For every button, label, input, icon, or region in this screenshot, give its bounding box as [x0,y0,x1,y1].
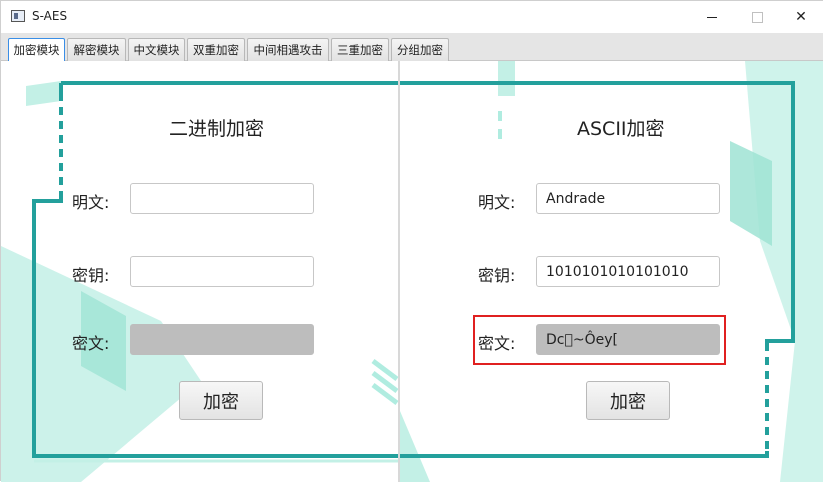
tab-chinese-module[interactable]: 中文模块 [128,38,185,61]
close-button[interactable]: ✕ [778,1,823,33]
binary-plaintext-label: 明文: [72,193,110,212]
minimize-icon [707,16,717,18]
ascii-key-input[interactable]: 1010101010101010 [536,256,720,287]
app-icon [11,10,25,22]
ascii-plaintext-label: 明文: [478,193,516,212]
tab-bar: 加密模块 解密模块 中文模块 双重加密 中间相遇攻击 三重加密 分组加密 [1,33,823,61]
binary-key-label: 密钥: [72,266,110,285]
app-window: S-AES ✕ 加密模块 解密模块 中文模块 双重加密 中间相遇攻击 三重加密 … [0,0,823,482]
binary-plaintext-input[interactable] [130,183,314,214]
tab-meet-in-middle[interactable]: 中间相遇攻击 [247,38,329,61]
title-bar: S-AES ✕ [1,1,823,33]
tab-decrypt-module[interactable]: 解密模块 [67,38,126,61]
tab-encrypt-module[interactable]: 加密模块 [8,38,65,61]
minimize-button[interactable] [689,1,735,33]
close-icon: ✕ [795,9,807,25]
ascii-encrypt-heading: ASCII加密 [577,118,665,140]
ascii-encrypt-button[interactable]: 加密 [586,381,670,420]
tab-triple-encrypt[interactable]: 三重加密 [331,38,389,61]
ciphertext-highlight-box [473,315,726,365]
maximize-icon [751,11,763,23]
binary-encrypt-button[interactable]: 加密 [179,381,263,420]
tab-double-encrypt[interactable]: 双重加密 [187,38,245,61]
binary-ciphertext-label: 密文: [72,334,110,353]
tab-block-encrypt[interactable]: 分组加密 [391,38,449,61]
ascii-plaintext-input[interactable]: Andrade [536,183,720,214]
maximize-button[interactable] [734,1,780,33]
window-title: S-AES [32,9,68,23]
binary-ciphertext-output [130,324,314,355]
binary-encrypt-heading: 二进制加密 [169,118,265,140]
binary-key-input[interactable] [130,256,314,287]
ascii-key-label: 密钥: [478,266,516,285]
tab-content: 二进制加密 明文: 密钥: 密文: 加密 ASCII加密 明文: Andrade… [1,61,823,482]
